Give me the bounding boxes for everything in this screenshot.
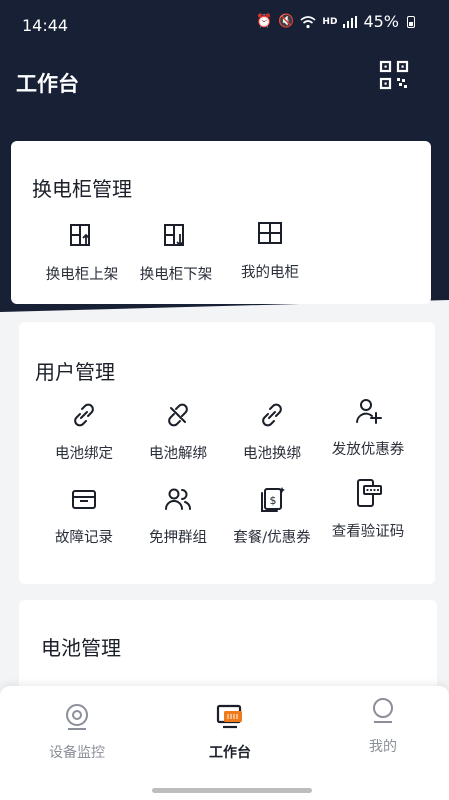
nav-workbench-label: 工作台: [209, 745, 251, 761]
status-bar: 14:44 ⏰ 🔇 HD 45%: [0, 0, 449, 48]
cabinet-section-title: 换电柜管理: [32, 177, 132, 201]
page-title: 工作台: [16, 72, 79, 96]
issue-coupon-button[interactable]: 发放优惠券: [318, 396, 418, 459]
battery-bind-button[interactable]: 电池绑定: [34, 400, 134, 463]
profile-icon: [373, 698, 393, 723]
battery-bind-label: 电池绑定: [55, 446, 113, 462]
battery-icon: [407, 15, 415, 28]
cabinet-up-label: 换电柜上架: [45, 267, 119, 283]
unlink-icon: [168, 403, 188, 427]
package-coupon-label: 套餐/优惠券: [233, 530, 311, 546]
mute-icon: 🔇: [278, 14, 295, 29]
user-management-card: 用户管理 电池绑定 电池解绑 电池换绑 发放优惠券 故障记录 免押群组 $ 套餐…: [19, 322, 435, 584]
battery-unbind-button[interactable]: 电池解绑: [128, 400, 228, 463]
home-indicator: [152, 788, 312, 793]
fault-record-button[interactable]: 故障记录: [34, 484, 134, 547]
view-verification-code-label: 查看验证码: [331, 524, 405, 540]
cabinet-icon: [258, 222, 282, 244]
battery-section-title: 电池管理: [41, 636, 121, 660]
alarm-icon: ⏰: [256, 14, 273, 29]
monitor-icon: [66, 704, 88, 730]
battery-percent: 45%: [363, 12, 399, 31]
nav-workbench[interactable]: 工作台: [175, 702, 285, 762]
status-icons: ⏰ 🔇 HD 45%: [256, 12, 415, 31]
workbench-icon: [216, 704, 242, 729]
my-cabinet-label: 我的电柜: [241, 265, 299, 281]
wifi-icon: [300, 15, 316, 28]
user-add-icon: [356, 399, 382, 424]
package-coupon-button[interactable]: $ 套餐/优惠券: [222, 484, 322, 547]
fault-record-label: 故障记录: [55, 530, 113, 546]
battery-rebind-button[interactable]: 电池换绑: [222, 400, 322, 463]
cabinet-down-button[interactable]: 换电柜下架: [126, 221, 226, 284]
cabinet-down-label: 换电柜下架: [139, 267, 213, 283]
cabinet-down-icon: [164, 224, 184, 247]
nav-device-monitor[interactable]: 设备监控: [22, 702, 132, 762]
deposit-free-group-button[interactable]: 免押群组: [128, 484, 228, 547]
group-icon: [165, 488, 191, 510]
signal-icon: [343, 15, 358, 28]
my-cabinet-button[interactable]: 我的电柜: [220, 219, 320, 282]
view-verification-code-button[interactable]: 查看验证码: [318, 478, 418, 541]
relink-icon: [262, 403, 282, 427]
nav-profile-label: 我的: [369, 739, 397, 755]
link-icon: [74, 403, 94, 427]
battery-rebind-label: 电池换绑: [243, 446, 301, 462]
nav-device-monitor-label: 设备监控: [49, 745, 105, 761]
network-type: HD: [322, 16, 338, 27]
cabinet-up-icon: [70, 224, 90, 246]
issue-coupon-label: 发放优惠券: [331, 442, 405, 458]
status-time: 14:44: [22, 16, 69, 35]
nav-profile[interactable]: 我的: [328, 696, 438, 756]
battery-unbind-label: 电池解绑: [149, 446, 207, 462]
bottom-nav: 设备监控 工作台 我的: [0, 686, 449, 800]
svg-text:$: $: [270, 494, 277, 507]
cabinet-up-button[interactable]: 换电柜上架: [32, 221, 132, 284]
qr-scan-icon[interactable]: [379, 60, 409, 90]
coupon-icon: $: [261, 487, 285, 512]
phone-code-icon: [357, 479, 382, 507]
deposit-free-group-label: 免押群组: [149, 530, 207, 546]
user-section-title: 用户管理: [35, 360, 115, 384]
fault-box-icon: [72, 490, 96, 509]
cabinet-management-card: 换电柜管理 换电柜上架 换电柜下架 我的电柜: [11, 141, 431, 304]
